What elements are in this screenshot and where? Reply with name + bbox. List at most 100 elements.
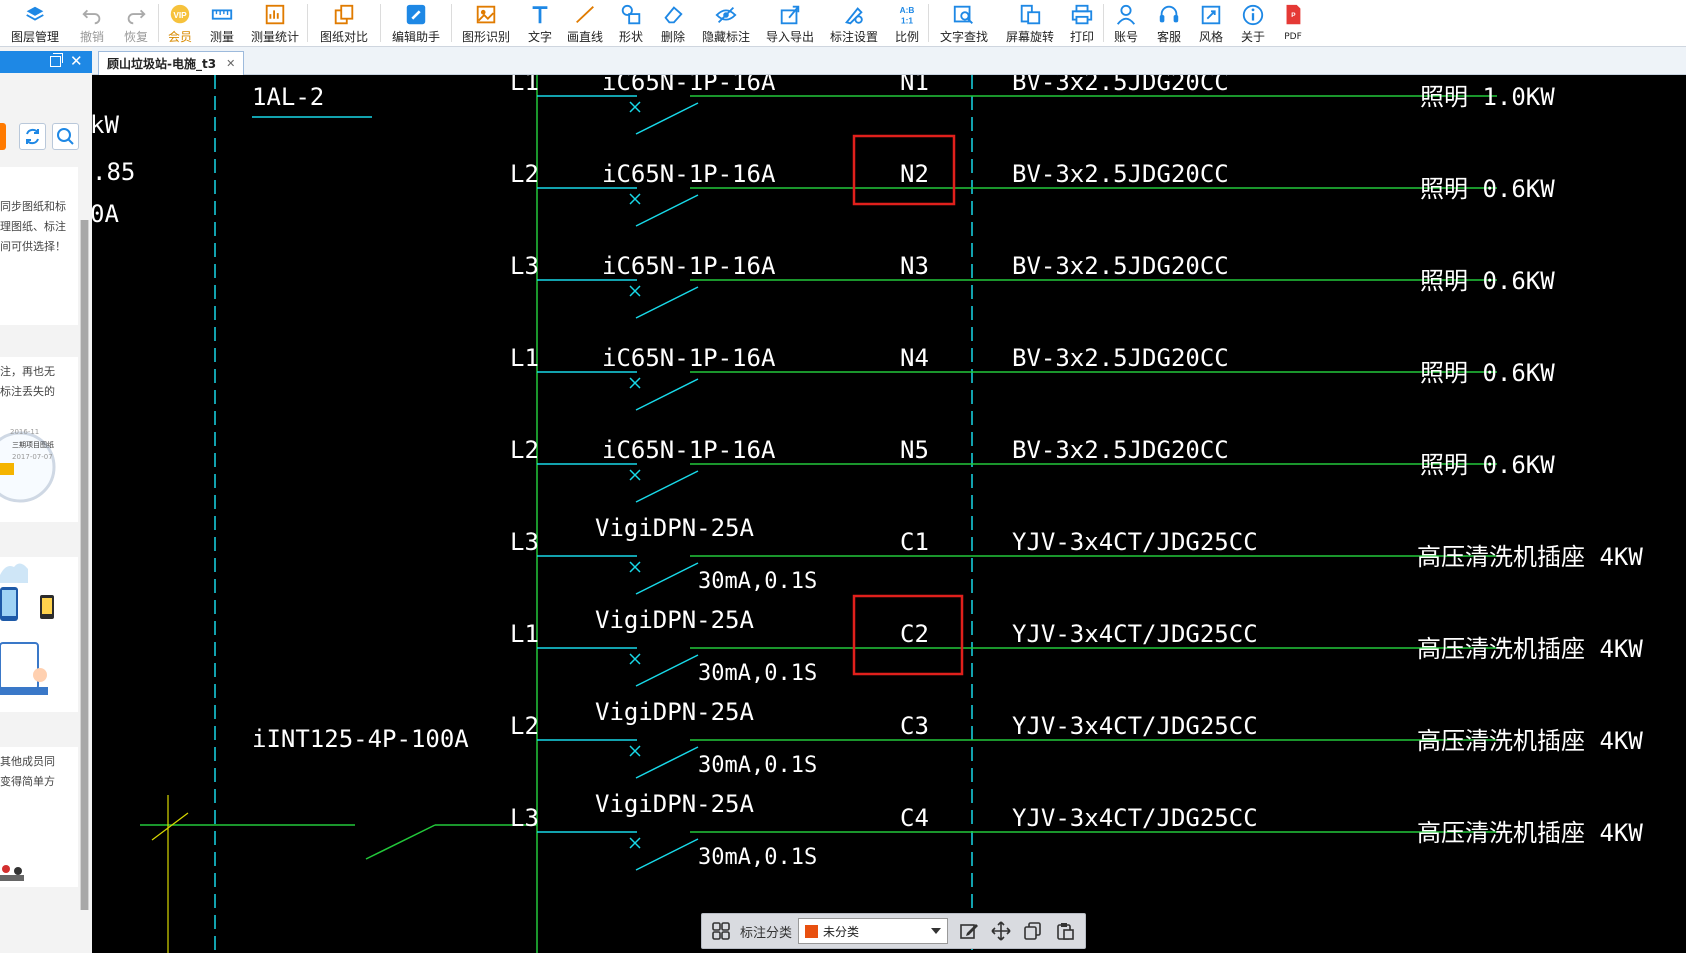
toolbar-button-line[interactable]: 画直线 <box>560 0 610 47</box>
toolbar-button-style[interactable]: 风格 <box>1190 0 1232 47</box>
breaker-contact <box>635 102 699 135</box>
toolbar-button-undo[interactable]: 撤销 <box>70 0 114 47</box>
copy-icon[interactable] <box>1022 920 1044 942</box>
toolbar-label: 风格 <box>1198 30 1223 44</box>
toolbar-label: 删除 <box>660 30 685 44</box>
toolbar-label: 会员 <box>167 30 192 44</box>
breaker-contact <box>635 838 699 871</box>
load-description: 照明 0.6KW <box>1420 359 1555 387</box>
promo-text-1b: 理图纸、标注 <box>0 220 66 233</box>
toolbar-button-layers[interactable]: 图层管理 <box>0 0 70 47</box>
circuit-row[interactable]: L1 iC65N-1P-16A N4 BV-3x2.5JDG20CC 照明 0.6KW <box>510 344 1555 411</box>
close-icon[interactable] <box>70 52 83 70</box>
phase-label: L3 <box>510 528 539 556</box>
circuit-row[interactable]: L2 VigiDPN-25A 30mA,0.1S C3 YJV-3x4CT/JDG25C… <box>510 698 1643 779</box>
toolbar-button-rotate-screen[interactable]: 屏幕旋转 <box>999 0 1061 47</box>
toolbar-button-redo[interactable]: 恢复 <box>114 0 158 47</box>
circuit-row[interactable]: L2 iC65N-1P-16A N2 BV-3x2.5JDG20CC 照明 0.6KW <box>510 134 1555 227</box>
circuit-number: C4 <box>900 804 929 832</box>
annotation-category-select[interactable]: 未分类 <box>798 918 949 944</box>
toolbar-button-account[interactable]: 账号 <box>1104 0 1148 47</box>
circuit-row[interactable]: L1 VigiDPN-25A 30mA,0.1S C2 YJV-3x4CT/JDG25C… <box>510 594 1643 687</box>
promo-text-2b: 标注丢失的 <box>0 385 55 398</box>
shape-icon <box>621 4 641 25</box>
toolbar-button-measure-stats[interactable]: 测量统计 <box>243 0 307 47</box>
circuit-number: N4 <box>900 344 929 372</box>
cable-spec: BV-3x2.5JDG20CC <box>1012 75 1229 96</box>
load-description: 高压清洗机插座 4KW <box>1417 819 1643 847</box>
breaker-contact <box>635 562 699 595</box>
hide-annotation-icon <box>715 6 737 24</box>
document-tab-bar: 顾山垃圾站-电施_t3 ✕ <box>92 47 1686 75</box>
toolbar-label: 图形识别 <box>461 30 510 44</box>
toolbar-button-ruler[interactable]: 测量 <box>201 0 243 47</box>
toolbar-label: 比例 <box>894 30 919 44</box>
circuit-row[interactable]: L3 iC65N-1P-16A N3 BV-3x2.5JDG20CC 照明 0.6KW <box>510 252 1555 319</box>
toolbar-button-hide-annotation[interactable]: 隐藏标注 <box>694 0 758 47</box>
breaker-cross-mark <box>629 837 641 849</box>
toolbar-button-import-export[interactable]: 导入导出 <box>758 0 822 47</box>
thumb-date-1: 2016-11 <box>10 428 40 436</box>
toolbar-button-text-search[interactable]: 文字查找 <box>929 0 999 47</box>
toolbar-button-text[interactable]: 文字 <box>520 0 560 47</box>
promo-card-4: 其他成员同 变得简单方 <box>0 747 78 887</box>
cable-spec: YJV-3x4CT/JDG25CC <box>1012 528 1258 556</box>
toolbar-button-edit-assistant[interactable]: 编辑助手 <box>381 0 451 47</box>
undo-icon <box>82 9 101 25</box>
edit-assistant-icon <box>406 4 426 25</box>
toolbar-button-annotation-settings[interactable]: 标注设置 <box>822 0 886 47</box>
circuit-row[interactable]: L1 iC65N-1P-16A N1 BV-3x2.5JDG20CC 照明 1.0KW <box>510 75 1555 135</box>
breaker-cross-mark <box>629 561 641 573</box>
circuit-number: C1 <box>900 528 929 556</box>
panel-tab-orange[interactable] <box>0 123 6 150</box>
breaker-contact <box>635 746 699 779</box>
breaker-model: iC65N-1P-16A <box>602 436 776 464</box>
toolbar-label: 打印 <box>1069 30 1094 44</box>
breaker-contact <box>635 378 699 411</box>
paste-icon[interactable] <box>1054 920 1076 942</box>
load-description: 高压清洗机插座 4KW <box>1417 635 1643 663</box>
toolbar-label: 标注设置 <box>829 30 878 44</box>
left-panel-scrollbar[interactable] <box>80 220 89 910</box>
cad-drawing: L1 iC65N-1P-16A N1 BV-3x2.5JDG20CC照明 1.0KWL… <box>92 75 1643 953</box>
toolbar-button-shape[interactable]: 形状 <box>610 0 652 47</box>
scrollbar-thumb[interactable] <box>81 220 88 910</box>
toolbar-button-compare[interactable]: 图纸对比 <box>308 0 380 47</box>
category-grid-icon[interactable] <box>710 920 732 942</box>
toolbar-button-eraser[interactable]: 删除 <box>652 0 694 47</box>
devices-illustration <box>0 563 54 695</box>
vip-icon: VIP <box>170 4 190 24</box>
thumb-date-2: 2017-07-07 <box>12 453 53 461</box>
toolbar-button-info[interactable]: 关于 <box>1232 0 1274 47</box>
main-breaker-label: iINT125-4P-100A <box>252 725 469 753</box>
toolbar-button-vip[interactable]: VIP 会员 <box>159 0 201 47</box>
search-button[interactable] <box>52 123 79 150</box>
eraser-icon <box>664 6 683 24</box>
toolbar-button-pdf[interactable]: P PDF <box>1274 0 1312 47</box>
edit-annotation-icon[interactable] <box>958 920 980 942</box>
redo-icon <box>127 9 146 25</box>
toolbar-button-headset[interactable]: 客服 <box>1148 0 1190 47</box>
pdf-icon: P <box>1286 4 1301 25</box>
toolbar-button-scale[interactable]: A:B 1:1 比例 <box>886 0 928 47</box>
cable-spec: YJV-3x4CT/JDG25CC <box>1012 712 1258 740</box>
toolbar-button-shape-recognition[interactable]: 图形识别 <box>452 0 520 47</box>
measure-stats-icon <box>265 4 285 25</box>
text-icon <box>532 6 548 24</box>
toolbar-button-print[interactable]: 打印 <box>1061 0 1103 47</box>
circuit-row[interactable]: L3 VigiDPN-25A 30mA,0.1S C1 YJV-3x4CT/JDG25C… <box>510 514 1643 595</box>
breaker-model: VigiDPN-25A <box>595 514 754 542</box>
import-export-icon <box>780 5 800 25</box>
circuit-row[interactable]: L3 VigiDPN-25A 30mA,0.1S C4 YJV-3x4CT/JDG25C… <box>510 790 1643 871</box>
document-tab-close-icon[interactable]: ✕ <box>226 57 235 70</box>
toolbar-label: 测量统计 <box>250 30 299 44</box>
circuit-row[interactable]: L2 iC65N-1P-16A N5 BV-3x2.5JDG20CC 照明 0.6KW <box>510 436 1555 503</box>
sync-button[interactable] <box>19 123 46 150</box>
cad-drawing-canvas[interactable]: L1 iC65N-1P-16A N1 BV-3x2.5JDG20CC 照明 1.0KW L… <box>92 75 1686 953</box>
move-icon[interactable] <box>990 920 1012 942</box>
restore-icon[interactable] <box>50 53 63 67</box>
load-description: 照明 0.6KW <box>1420 451 1555 479</box>
breaker-contact <box>635 286 699 319</box>
phase-label: L2 <box>510 160 539 188</box>
document-tab[interactable]: 顾山垃圾站-电施_t3 ✕ <box>98 51 245 75</box>
